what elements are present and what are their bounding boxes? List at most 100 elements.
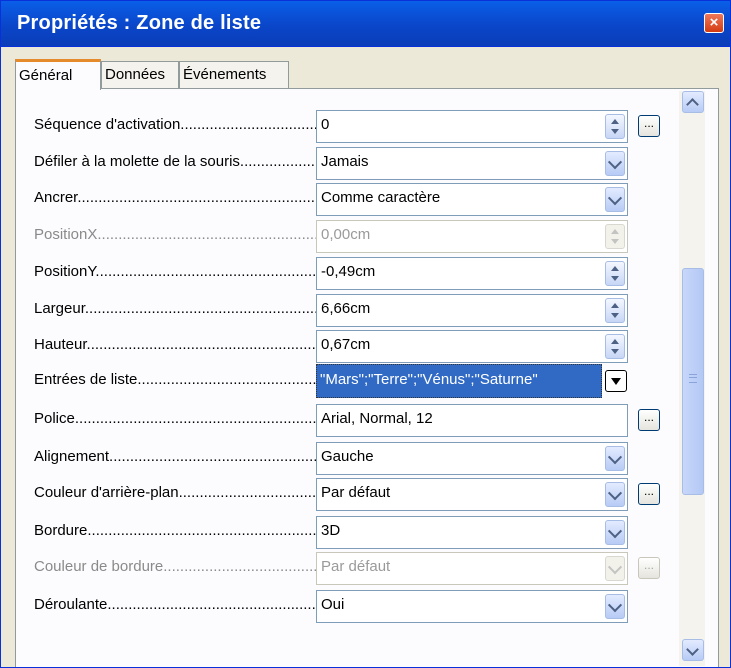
property-value: Par défaut (321, 484, 391, 501)
property-spinfield[interactable]: -0,49cm (316, 257, 628, 290)
vertical-scrollbar[interactable] (679, 91, 705, 666)
property-label: PositionX...............................… (34, 226, 329, 243)
spin-up-icon (611, 266, 619, 271)
property-select: Par défaut (316, 552, 628, 585)
chevron-down-icon (607, 524, 623, 539)
list-entries-dropdown-button[interactable] (605, 370, 627, 392)
property-value: Oui (321, 596, 345, 613)
property-row: Séquence d'activation...................… (16, 109, 686, 145)
property-row: Couleur d'arrière-plan..................… (16, 477, 686, 513)
chevron-down-icon (607, 155, 623, 170)
spin-down-icon (611, 276, 619, 281)
property-row: Bordure.................................… (16, 515, 686, 551)
property-row: Police..................................… (16, 403, 686, 439)
property-value: Par défaut (321, 558, 391, 575)
property-value: 0,67cm (321, 336, 371, 353)
dialog-title: Propriétés : Zone de liste (17, 12, 262, 34)
property-value: 3D (321, 522, 341, 539)
chevron-up-icon (686, 98, 699, 111)
dropdown-button[interactable] (605, 594, 625, 619)
property-select[interactable]: Oui (316, 590, 628, 623)
dropdown-button (605, 556, 625, 581)
property-label: Largeur.................................… (34, 300, 329, 317)
ellipsis-button[interactable]: ... (638, 409, 660, 431)
scrollbar-thumb[interactable] (682, 268, 704, 495)
chevron-down-icon (607, 191, 623, 206)
spin-button[interactable] (605, 334, 625, 359)
spin-button[interactable] (605, 298, 625, 323)
property-label: PositionY...............................… (34, 263, 329, 280)
spin-up-icon (611, 229, 619, 234)
dropdown-button[interactable] (605, 187, 625, 212)
property-value: Jamais (321, 153, 369, 170)
property-select[interactable]: Comme caractère (316, 183, 628, 216)
ellipsis-button[interactable]: ... (638, 483, 660, 505)
scroll-down-button[interactable] (682, 639, 704, 661)
spin-up-icon (611, 303, 619, 308)
property-label: Ancrer..................................… (34, 189, 329, 206)
tab-general[interactable]: Général (15, 59, 101, 90)
dropdown-button[interactable] (605, 151, 625, 176)
dropdown-button[interactable] (605, 520, 625, 545)
property-label: Bordure.................................… (34, 522, 329, 539)
chevron-down-icon (607, 598, 623, 613)
property-label: Police..................................… (34, 410, 329, 427)
property-select[interactable]: 3D (316, 516, 628, 549)
property-field[interactable]: Arial, Normal, 12 (316, 404, 628, 437)
property-row: Hauteur.................................… (16, 329, 686, 365)
chevron-down-icon (607, 450, 623, 465)
property-spinfield: 0,00cm (316, 220, 628, 253)
property-row: Déroulante..............................… (16, 589, 686, 625)
property-label: Couleur de bordure......................… (34, 558, 329, 575)
property-value: 0,00cm (321, 226, 371, 243)
property-value: Gauche (321, 448, 374, 465)
property-label: Couleur d'arrière-plan..................… (34, 484, 329, 501)
spin-button (605, 224, 625, 249)
properties-panel: Séquence d'activation...................… (15, 88, 719, 667)
triangle-down-icon (611, 378, 621, 385)
ellipsis-button[interactable]: ... (638, 115, 660, 137)
property-label: Séquence d'activation...................… (34, 116, 329, 133)
property-select[interactable]: Par défaut (316, 478, 628, 511)
property-value: -0,49cm (321, 263, 376, 280)
property-row: Largeur.................................… (16, 293, 686, 329)
property-value: 0 (321, 116, 330, 133)
spin-down-icon (611, 313, 619, 318)
chevron-down-icon (607, 486, 623, 501)
list-entries-field[interactable]: "Mars";"Terre";"Vénus";"Saturne" (316, 364, 602, 398)
spin-down-icon (611, 239, 619, 244)
property-row: Couleur de bordure......................… (16, 551, 686, 587)
property-row: Ancrer..................................… (16, 182, 686, 218)
property-label: Entrées de liste........................… (34, 371, 329, 388)
chevron-down-icon (686, 643, 699, 656)
property-spinfield[interactable]: 0,67cm (316, 330, 628, 363)
property-select[interactable]: Gauche (316, 442, 628, 475)
property-row: Alignement..............................… (16, 441, 686, 477)
scroll-up-button[interactable] (682, 91, 704, 113)
tab-data[interactable]: Données (101, 61, 179, 88)
spin-down-icon (611, 349, 619, 354)
spin-button[interactable] (605, 114, 625, 139)
property-label: Défiler à la molette de la souris.......… (34, 153, 329, 170)
property-row: PositionX...............................… (16, 219, 686, 255)
property-label: Alignement..............................… (34, 448, 329, 465)
ellipsis-button: ... (638, 557, 660, 579)
dropdown-button[interactable] (605, 446, 625, 471)
properties-dialog: Propriétés : Zone de liste × Général Don… (0, 0, 731, 668)
property-label: Hauteur.................................… (34, 336, 329, 353)
spin-up-icon (611, 119, 619, 124)
spin-button[interactable] (605, 261, 625, 286)
property-spinfield[interactable]: 0 (316, 110, 628, 143)
property-select[interactable]: Jamais (316, 147, 628, 180)
title-bar[interactable]: Propriétés : Zone de liste × (1, 1, 730, 47)
property-row: PositionY...............................… (16, 256, 686, 292)
dropdown-button[interactable] (605, 482, 625, 507)
tab-events[interactable]: Événements (179, 61, 289, 88)
property-value: Comme caractère (321, 189, 441, 206)
property-row: Défiler à la molette de la souris.......… (16, 146, 686, 182)
spin-up-icon (611, 339, 619, 344)
property-spinfield[interactable]: 6,66cm (316, 294, 628, 327)
property-label: Déroulante..............................… (34, 596, 329, 613)
close-button[interactable]: × (704, 13, 724, 33)
chevron-down-icon (607, 560, 623, 575)
